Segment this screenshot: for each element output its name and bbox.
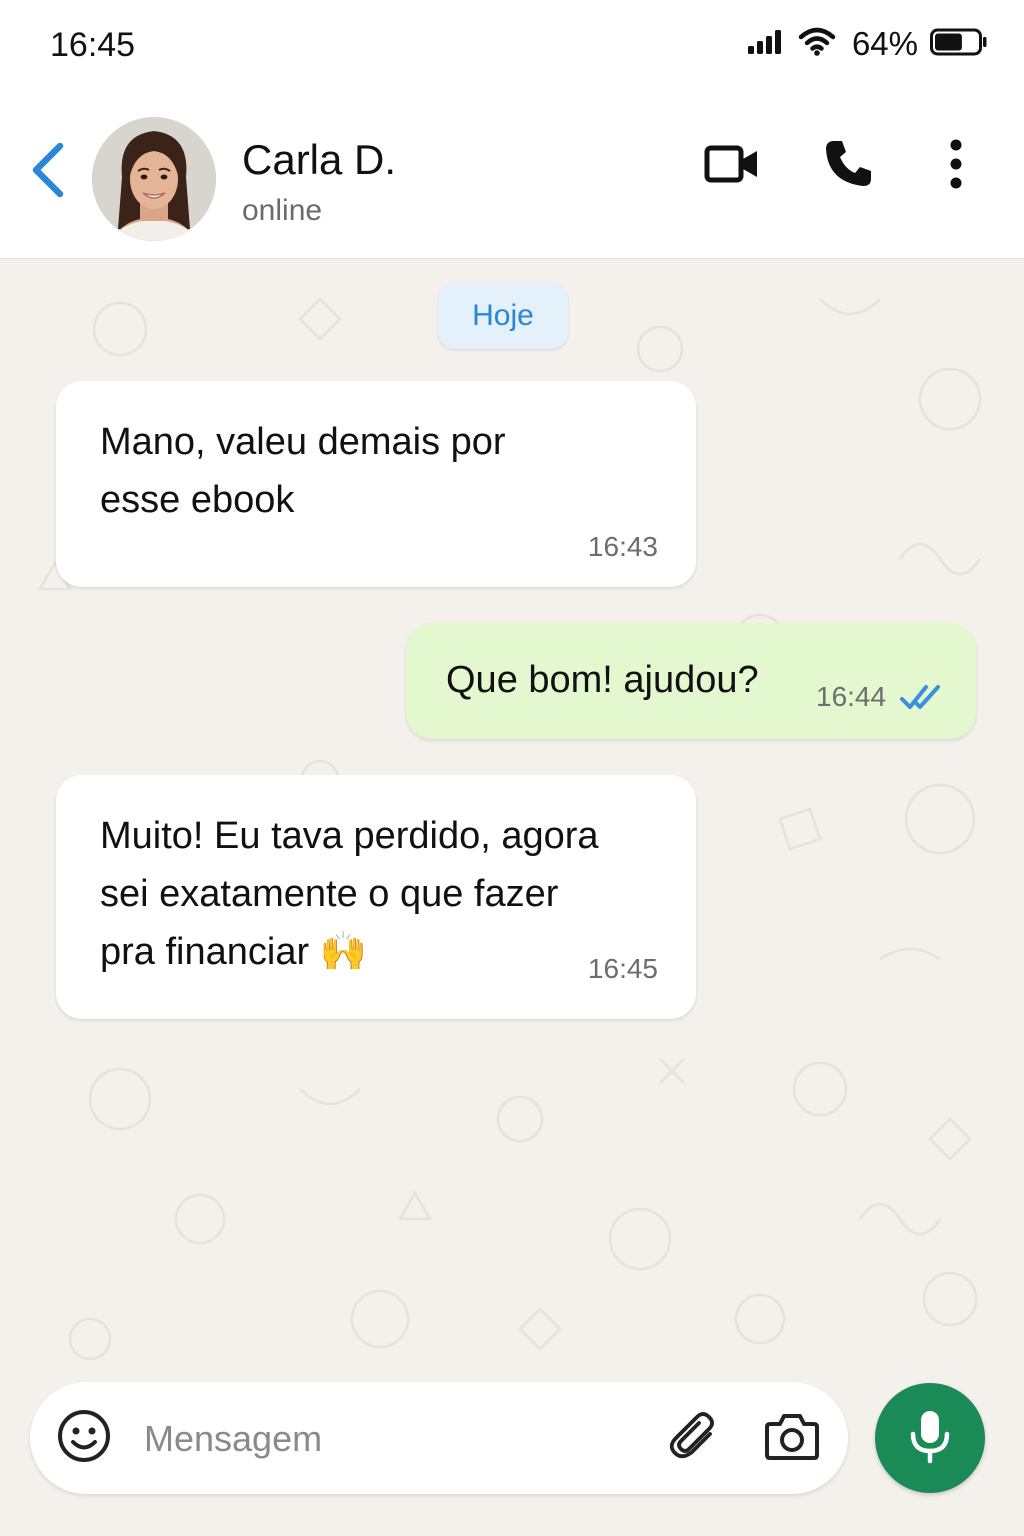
message-line: Mano, valeu demais por	[100, 421, 506, 463]
battery-icon	[930, 28, 988, 61]
message-text: Muito! Eu tava perdido, agora sei exatam…	[100, 807, 599, 981]
message-time: 16:45	[587, 953, 658, 984]
message-bubble-outgoing[interactable]: Que bom! ajudou? 16:44	[406, 623, 976, 739]
status-indicators: 64%	[746, 24, 988, 64]
more-vertical-icon	[948, 138, 964, 195]
status-time: 16:45	[50, 26, 136, 64]
battery-percent: 64%	[851, 25, 918, 62]
message-time: 16:43	[587, 531, 658, 562]
wifi-icon	[798, 27, 836, 62]
attach-button[interactable]	[662, 1406, 726, 1470]
message-input[interactable]	[142, 1408, 646, 1470]
message-list[interactable]: Hoje Mano, valeu demais por esse ebook 1…	[0, 259, 1024, 1536]
read-receipt-icon	[900, 683, 944, 716]
video-call-button[interactable]	[700, 134, 764, 198]
video-camera-icon	[704, 144, 760, 189]
date-divider: Hoje	[438, 283, 568, 349]
contact-avatar[interactable]	[92, 117, 216, 241]
message-text: Mano, valeu demais por esse ebook	[100, 413, 506, 529]
message-line: Muito! Eu tava perdido, agora	[100, 815, 599, 857]
chat-screen: 16:45 64% Carla D. online Hoje Mano, val…	[0, 0, 1024, 1536]
contact-name[interactable]: Carla D.	[242, 136, 396, 184]
voice-call-button[interactable]	[816, 134, 880, 198]
message-bubble-incoming[interactable]: Mano, valeu demais por esse ebook 16:43	[56, 381, 696, 587]
contact-status: online	[242, 194, 323, 227]
message-line: Que bom! ajudou?	[446, 659, 759, 701]
microphone-icon	[908, 1408, 952, 1469]
message-line: esse ebook	[100, 479, 295, 521]
attachment-icon	[666, 1408, 722, 1469]
voice-message-button[interactable]	[875, 1383, 985, 1493]
emoji-icon	[56, 1408, 112, 1469]
phone-icon	[822, 138, 874, 195]
signal-icon	[746, 28, 786, 61]
chat-header: Carla D. online	[0, 92, 1024, 259]
message-composer	[30, 1382, 848, 1494]
camera-icon	[764, 1410, 820, 1467]
message-text: Que bom! ajudou?	[446, 651, 759, 709]
message-time: 16:44	[816, 681, 887, 712]
camera-button[interactable]	[760, 1406, 824, 1470]
avatar-portrait	[92, 117, 216, 241]
back-arrow-icon	[28, 140, 68, 205]
back-button[interactable]	[22, 140, 74, 204]
message-line: pra financiar 🙌	[100, 931, 367, 973]
emoji-button[interactable]	[52, 1406, 116, 1470]
message-line: sei exatamente o que fazer	[100, 873, 559, 915]
message-bubble-incoming[interactable]: Muito! Eu tava perdido, agora sei exatam…	[56, 775, 696, 1019]
more-options-button[interactable]	[924, 134, 988, 198]
status-bar: 16:45 64%	[0, 0, 1024, 92]
